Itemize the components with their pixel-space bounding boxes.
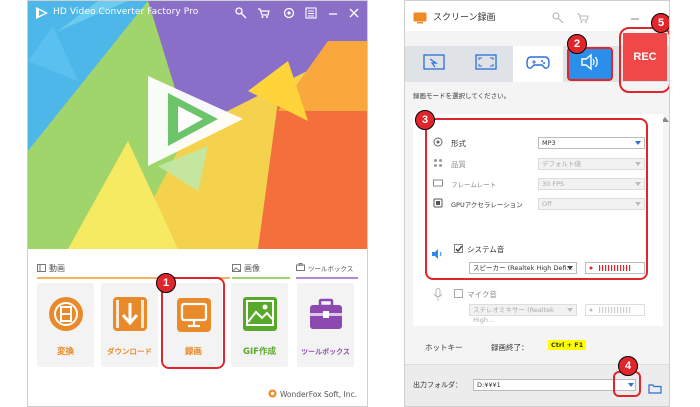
banner-artwork: HD Video Converter Factory Pro (28, 1, 367, 249)
mode-hint: 録画モードを選択してください。 (413, 92, 511, 100)
gamepad-icon (526, 54, 550, 74)
microphone-icon (433, 287, 443, 306)
toolbox-icon (296, 263, 305, 273)
section-image: 画像 (232, 263, 260, 274)
gif-image-icon (241, 295, 279, 337)
hotkey-stop-label: 録画終了： (491, 343, 529, 352)
left-title-bar: HD Video Converter Factory Pro (28, 1, 367, 27)
step-badge-2: 2 (567, 34, 587, 54)
fullscreen-icon (475, 54, 497, 74)
toolbox-case-icon (307, 295, 345, 337)
tile-toolbox[interactable]: ツールボックス (297, 283, 354, 367)
mode-fullscreen-button[interactable] (461, 46, 511, 82)
section-video: 動画 (37, 263, 65, 274)
screen-recorder-window: スクリーン録画 2 REC 5 録画モードを選択してください。 形式 MP3 品… (404, 0, 670, 407)
rec-button-highlight (619, 27, 669, 93)
hotkey-label: ホットキー (425, 343, 463, 352)
mode-region-button[interactable] (409, 46, 459, 82)
output-label: 出力フォルダ： (413, 381, 462, 389)
tile-convert[interactable]: 変換 (37, 283, 94, 367)
settings-highlight (425, 118, 648, 280)
mic-checkbox[interactable] (454, 289, 463, 298)
hotkey-stop-value[interactable]: Ctrl + F1 (548, 340, 587, 350)
recorder-title: スクリーン録画 (433, 13, 496, 23)
tile-gif[interactable]: GIF作成 (231, 283, 288, 367)
image-section-line (232, 277, 290, 279)
step-badge-3: 3 (415, 110, 435, 130)
step-badge-1: 1 (156, 273, 176, 293)
tile-download[interactable]: ダウンロード (101, 283, 158, 367)
folder-icon[interactable] (648, 379, 662, 398)
output-path-input[interactable]: D:¥¥¥1 (473, 379, 636, 391)
step-badge-4: 4 (618, 356, 638, 376)
section-toolbox: ツールボックス (296, 263, 353, 273)
download-icon (111, 295, 149, 337)
film-icon (37, 263, 46, 274)
mic-label: マイク音 (467, 290, 497, 299)
app-title: HD Video Converter Factory Pro (53, 7, 199, 17)
converter-window: HD Video Converter Factory Pro 動画 画像 ツール… (27, 0, 368, 407)
minimize-icon-right[interactable] (629, 9, 641, 28)
mic-level-meter (585, 304, 645, 316)
wonderfox-logo-icon (268, 389, 277, 400)
cart-icon-right[interactable] (576, 9, 589, 28)
image-icon (232, 263, 241, 274)
mic-device-select[interactable]: ステレオミキサー (Realtek High... (469, 304, 577, 324)
mode-game-button[interactable] (513, 46, 563, 82)
convert-film-icon (47, 295, 85, 337)
toolbox-section-line (296, 277, 358, 279)
key-icon-right[interactable] (552, 9, 564, 28)
footer-brand: WonderFox Soft, Inc. (268, 389, 357, 400)
step-badge-5: 5 (651, 13, 669, 33)
region-capture-icon (423, 54, 445, 74)
recorder-logo-icon (413, 9, 427, 28)
speaker-icon (579, 53, 601, 75)
